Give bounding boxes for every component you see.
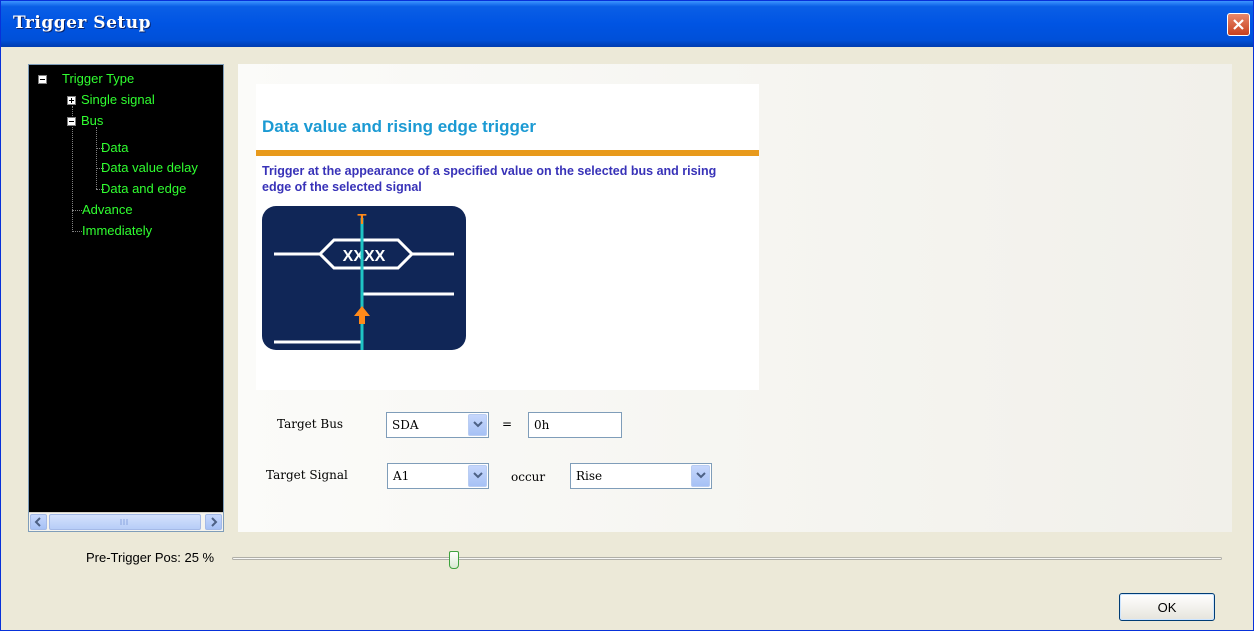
close-button[interactable] bbox=[1227, 13, 1250, 36]
chevron-right-icon bbox=[211, 517, 218, 527]
chevron-down-icon bbox=[696, 472, 706, 479]
pre-trigger-slider-thumb[interactable] bbox=[449, 551, 459, 569]
trigger-description: Trigger at the appearance of a specified… bbox=[262, 164, 717, 194]
pre-trigger-label: Pre-Trigger Pos: 25 % bbox=[86, 550, 215, 565]
equals-sign: = bbox=[502, 417, 513, 431]
tree-item-data-and-edge[interactable]: Data and edge bbox=[101, 181, 186, 196]
occur-select[interactable]: Rise bbox=[570, 463, 712, 489]
occur-value: Rise bbox=[576, 469, 603, 483]
window-title: Trigger Setup bbox=[13, 13, 151, 33]
target-signal-value: A1 bbox=[393, 469, 410, 483]
target-signal-select[interactable]: A1 bbox=[387, 463, 489, 489]
target-signal-label: Target Signal bbox=[266, 468, 348, 482]
tree-item-bus[interactable]: Bus bbox=[81, 113, 103, 128]
ok-button[interactable]: OK bbox=[1119, 593, 1215, 621]
title-divider bbox=[256, 150, 759, 156]
tree-item-data[interactable]: Data bbox=[101, 140, 128, 155]
trigger-diagram: XXXX T bbox=[262, 206, 466, 350]
dropdown-button[interactable] bbox=[691, 465, 710, 487]
diagram-value-label: XXXX bbox=[343, 248, 386, 265]
ok-button-label: OK bbox=[1157, 600, 1177, 615]
collapse-icon[interactable] bbox=[38, 75, 47, 84]
tree-item-immediately[interactable]: Immediately bbox=[82, 223, 152, 238]
expand-icon[interactable] bbox=[67, 96, 76, 105]
chevron-left-icon bbox=[34, 517, 41, 527]
tree-item-data-value-delay[interactable]: Data value delay bbox=[101, 160, 198, 175]
tree-item-trigger-type[interactable]: Trigger Type bbox=[62, 71, 134, 86]
scroll-right-button[interactable] bbox=[205, 514, 222, 530]
dropdown-button[interactable] bbox=[468, 414, 487, 436]
chevron-down-icon bbox=[473, 472, 483, 479]
collapse-icon[interactable] bbox=[67, 117, 76, 126]
target-bus-label: Target Bus bbox=[277, 417, 344, 431]
title-bar[interactable]: Trigger Setup bbox=[1, 1, 1253, 47]
diagram-trigger-label: T bbox=[357, 211, 366, 228]
dropdown-button[interactable] bbox=[468, 465, 487, 487]
trigger-description-card: Data value and rising edge trigger Trigg… bbox=[256, 84, 759, 390]
target-bus-value: SDA bbox=[392, 418, 419, 432]
bus-value-input[interactable]: 0h bbox=[528, 412, 622, 438]
close-icon bbox=[1233, 19, 1244, 30]
pre-trigger-slider-track[interactable] bbox=[232, 557, 1222, 560]
tree-item-single-signal[interactable]: Single signal bbox=[81, 92, 155, 107]
occur-label: occur bbox=[511, 470, 546, 484]
trigger-type-tree[interactable]: Trigger Type Single signal Bus Data Data… bbox=[28, 64, 224, 532]
trigger-title: Data value and rising edge trigger bbox=[262, 117, 536, 136]
scroll-left-button[interactable] bbox=[30, 514, 47, 530]
scroll-thumb[interactable] bbox=[49, 514, 201, 530]
target-bus-select[interactable]: SDA bbox=[386, 412, 489, 438]
bus-value-text: 0h bbox=[534, 418, 550, 432]
grip-icon bbox=[120, 519, 128, 525]
tree-item-advance[interactable]: Advance bbox=[82, 202, 133, 217]
chevron-down-icon bbox=[473, 421, 483, 428]
tree-horizontal-scrollbar[interactable] bbox=[29, 512, 223, 531]
